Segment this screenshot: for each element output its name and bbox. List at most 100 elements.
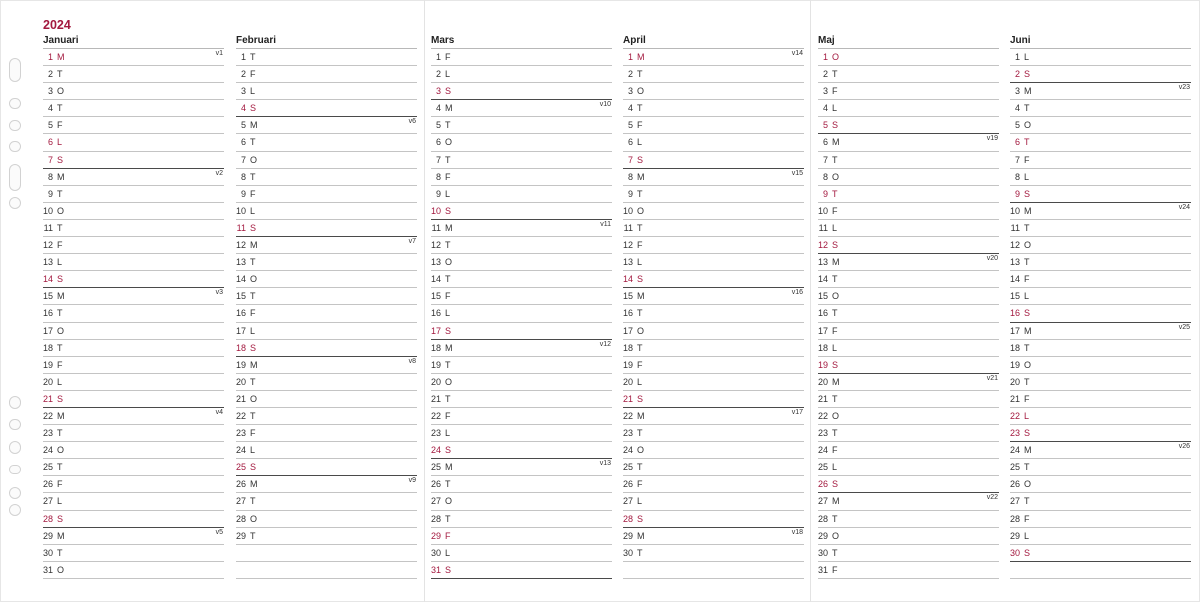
day-row: 7O xyxy=(236,152,417,169)
day-row: 20 O xyxy=(431,374,612,391)
day-number: 17 xyxy=(236,325,247,336)
day-number: 26 xyxy=(236,479,247,490)
day-number: 19 xyxy=(818,359,829,370)
weekday-letter: O xyxy=(1024,240,1032,251)
week-number: v5 xyxy=(215,528,223,536)
day-row: 18 T xyxy=(43,340,224,357)
day-row: 30 T xyxy=(623,545,804,562)
day-number: 30 xyxy=(43,547,54,558)
day-number: 16 xyxy=(43,308,54,319)
weekday-letter: S xyxy=(445,325,452,336)
day-number: 6 xyxy=(435,137,441,148)
weekday-letter: F xyxy=(57,120,63,131)
day-number: 21 xyxy=(1010,393,1021,404)
weekday-letter: T xyxy=(445,513,451,524)
day-number: 17 xyxy=(431,325,442,336)
weekday-letter: M xyxy=(57,410,65,421)
day-row: 21 F xyxy=(1010,391,1191,408)
weekday-letter: O xyxy=(57,445,65,456)
day-row: 21 S xyxy=(623,391,804,408)
weekday-letter: L xyxy=(445,188,451,199)
day-row: 17 Mv25 xyxy=(1010,323,1191,340)
day-number: 17 xyxy=(1010,325,1021,336)
day-number: 11 xyxy=(623,222,633,233)
day-row: 21 S xyxy=(43,391,224,408)
weekday-letter: T xyxy=(1024,496,1030,507)
day-number: 2 xyxy=(627,69,633,80)
day-row: 27 L xyxy=(623,493,804,511)
day-row: 19 S xyxy=(818,357,999,374)
week-number: v12 xyxy=(599,340,611,348)
weekday-letter: T xyxy=(1024,103,1030,114)
weekday-letter: F xyxy=(1024,513,1030,524)
weekday-letter: S xyxy=(1024,69,1031,80)
week-number: v6 xyxy=(408,118,416,126)
weekday-letter: F xyxy=(250,428,256,439)
weekday-letter: O xyxy=(637,325,645,336)
week-number: v9 xyxy=(408,477,416,485)
weekday-letter: M xyxy=(637,171,645,182)
day-number: 27 xyxy=(623,496,634,507)
weekday-letter: L xyxy=(445,428,451,439)
day-row: 6T xyxy=(236,134,417,152)
day-row: 27 T xyxy=(236,493,417,511)
day-number: 29 xyxy=(43,530,54,541)
weekday-letter: O xyxy=(57,325,65,336)
weekday-letter: F xyxy=(250,308,256,319)
day-number: 20 xyxy=(818,376,829,387)
weekday-letter: F xyxy=(445,171,451,182)
day-row: 12 Mv7 xyxy=(236,237,417,255)
day-row: 6T xyxy=(1010,134,1191,152)
day-row: 2S xyxy=(1010,66,1191,84)
day-number: 28 xyxy=(1010,513,1021,524)
weekday-letter: O xyxy=(250,274,258,285)
day-row: 23 T xyxy=(43,425,224,443)
weekday-letter: M xyxy=(1024,325,1032,336)
weekday-letter: F xyxy=(445,530,451,541)
day-number: 19 xyxy=(623,359,634,370)
day-row: 11 T xyxy=(623,220,804,238)
day-number: 13 xyxy=(43,257,54,268)
weekday-letter: L xyxy=(832,222,838,233)
weekday-letter: T xyxy=(445,359,451,370)
weekday-letter: O xyxy=(832,171,840,182)
day-number: 30 xyxy=(818,547,829,558)
day-number: 16 xyxy=(623,308,634,319)
day-row: 20 T xyxy=(1010,374,1191,391)
day-row: 22 Mv17 xyxy=(623,408,804,426)
day-row: 15 Mv16 xyxy=(623,288,804,306)
day-number: 30 xyxy=(431,547,442,558)
day-number: 3 xyxy=(822,86,828,97)
day-row: 25 T xyxy=(623,459,804,477)
day-row: 16 T xyxy=(623,305,804,323)
day-number: 13 xyxy=(623,257,634,268)
day-row: 7S xyxy=(43,152,224,169)
weekday-letter: T xyxy=(637,428,643,439)
day-number: 4 xyxy=(627,103,633,114)
day-number: 21 xyxy=(623,393,634,404)
day-row: 2L xyxy=(431,66,612,84)
day-number: 8 xyxy=(47,171,53,182)
day-number: 20 xyxy=(1010,376,1021,387)
weekday-letter: L xyxy=(57,376,63,387)
day-row: 10 L xyxy=(236,203,417,220)
day-number: 7 xyxy=(47,154,53,165)
weekday-letter: T xyxy=(1024,222,1030,233)
weekday-letter: F xyxy=(1024,274,1030,285)
week-number: v7 xyxy=(408,238,416,246)
day-number: 2 xyxy=(822,69,828,80)
day-row: 6 Mv19 xyxy=(818,134,999,152)
punch-hole xyxy=(9,465,21,474)
day-number: 15 xyxy=(236,291,247,302)
weekday-letter: O xyxy=(57,564,65,575)
weekday-letter: T xyxy=(1024,342,1030,353)
day-number: 13 xyxy=(236,257,247,268)
day-number: 5 xyxy=(435,120,441,131)
weekday-letter: S xyxy=(57,513,64,524)
weekday-letter: T xyxy=(637,462,643,473)
day-row: 19 T xyxy=(431,357,612,374)
weekday-letter: F xyxy=(445,291,451,302)
day-number: 27 xyxy=(1010,496,1021,507)
day-row: 11 T xyxy=(43,220,224,238)
day-number: 6 xyxy=(47,137,53,148)
